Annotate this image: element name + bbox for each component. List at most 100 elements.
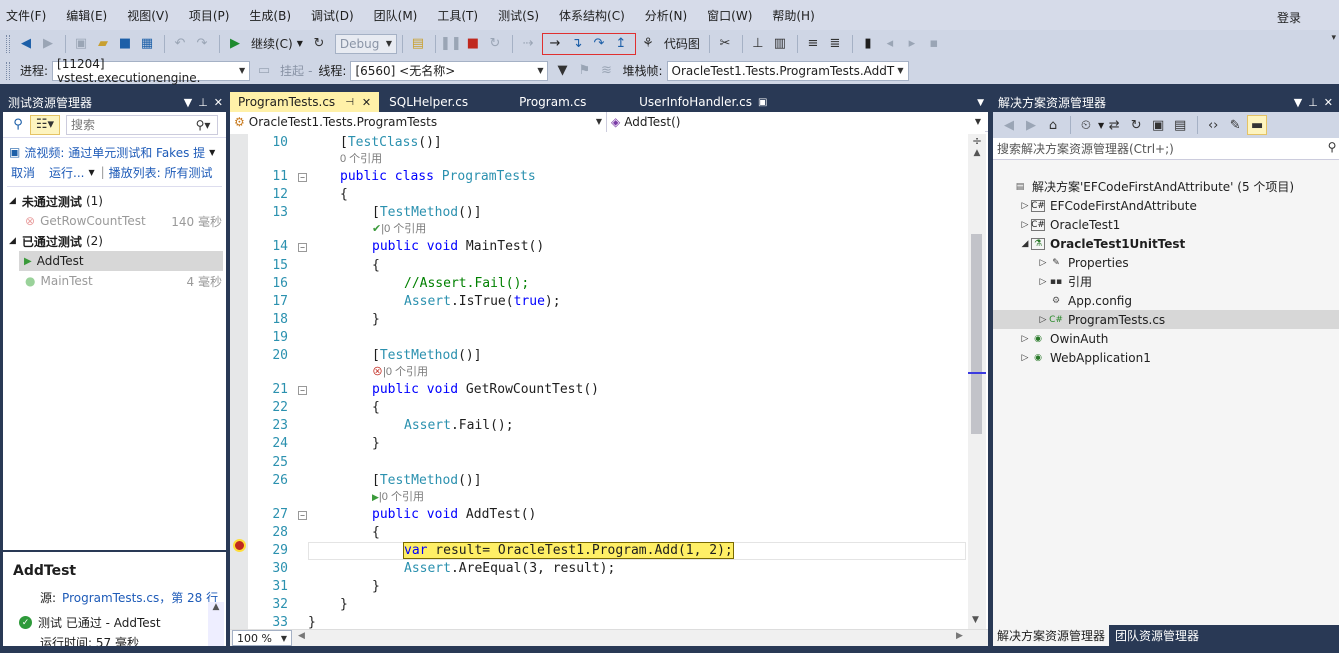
tab-programtests[interactable]: ProgramTests.cs ⊣ ✕: [230, 92, 380, 112]
code-line[interactable]: public void MainTest(): [372, 239, 544, 254]
login-link[interactable]: 登录: [1277, 9, 1301, 26]
comment-icon[interactable]: ≡: [803, 34, 823, 54]
code-map-icon[interactable]: ⚘: [638, 34, 658, 54]
code-line[interactable]: [TestMethod()]: [372, 348, 482, 363]
close-icon[interactable]: ✕: [214, 96, 223, 109]
tree-item[interactable]: ◢ ⚗ OracleTest1UnitTest: [993, 234, 1339, 253]
chevron-down-icon[interactable]: ▼: [297, 39, 303, 48]
info-bar[interactable]: ▣ 流视频: 通过单元测试和 Fakes 提 ▼: [3, 142, 226, 162]
format-icon[interactable]: ▥: [770, 34, 790, 54]
open-folder-icon[interactable]: ▰: [93, 34, 113, 54]
zoom-select[interactable]: 100 % ▼: [232, 630, 292, 646]
search-icon[interactable]: ⚲▾: [189, 116, 217, 134]
suspend-icon[interactable]: ▭: [254, 61, 274, 81]
tab-userinfohandler[interactable]: UserInfoHandler.cs ▣: [631, 92, 775, 112]
code-line[interactable]: }: [340, 597, 348, 612]
menu-item[interactable]: 工具(T): [437, 7, 478, 24]
code-line[interactable]: {: [372, 258, 380, 273]
suspend-button[interactable]: 挂起: [280, 62, 304, 79]
close-icon[interactable]: ✕: [362, 96, 371, 109]
back-icon[interactable]: ◀: [999, 115, 1019, 135]
code-area[interactable]: 10 [TestClass()] 0 个引用 11− public class Prog…: [230, 134, 968, 629]
chevron-down-icon[interactable]: ▼: [88, 168, 94, 177]
tree-item[interactable]: ▷ C# OracleTest1: [993, 215, 1339, 234]
clear-bookmarks-icon[interactable]: ▪: [924, 34, 944, 54]
align-icon[interactable]: ⊥: [748, 34, 768, 54]
back-icon[interactable]: ◀: [16, 34, 36, 54]
menu-item[interactable]: 文件(F): [6, 7, 46, 24]
collapse-icon[interactable]: ◢: [9, 196, 16, 206]
redo-icon[interactable]: ↷: [192, 34, 212, 54]
tree-item[interactable]: ⚙ App.config: [993, 291, 1339, 310]
source-link[interactable]: ProgramTests.cs，第 28 行: [62, 589, 218, 606]
pin-icon[interactable]: ⊥: [198, 96, 208, 109]
code-line[interactable]: Assert.Fail();: [404, 418, 514, 433]
playlist-link[interactable]: 播放列表: 所有测试: [109, 164, 213, 181]
code-line[interactable]: {: [372, 525, 380, 540]
scroll-left-icon[interactable]: ◀: [298, 631, 305, 641]
splitter[interactable]: [3, 550, 226, 552]
properties-icon[interactable]: ✎: [1225, 115, 1245, 135]
toolbar-grip[interactable]: [6, 34, 10, 53]
code-line[interactable]: //Assert.Fail();: [404, 276, 529, 291]
menu-item[interactable]: 项目(P): [189, 7, 230, 24]
tree-item[interactable]: ▷ ◉ OwinAuth: [993, 329, 1339, 348]
collapse-all-icon[interactable]: ▣: [1148, 115, 1168, 135]
toolbar-grip[interactable]: [6, 61, 10, 80]
configuration-select[interactable]: Debug ▼: [334, 33, 397, 54]
code-line[interactable]: Assert.AreEqual(3, result);: [404, 561, 615, 576]
forward-icon[interactable]: ▶: [38, 34, 58, 54]
test-search-input[interactable]: 搜索 ⚲▾: [66, 114, 218, 135]
expand-icon[interactable]: ▷: [1019, 201, 1031, 211]
tree-item[interactable]: ▷ C# EFCodeFirstAndAttribute: [993, 196, 1339, 215]
code-map-button[interactable]: 代码图: [664, 35, 700, 52]
codelens-references[interactable]: ✔|0 个引用: [372, 220, 426, 236]
menu-item[interactable]: 分析(N): [645, 7, 687, 24]
prev-bookmark-icon[interactable]: ◂: [880, 34, 900, 54]
tree-item[interactable]: ▤ 解决方案'EFCodeFirstAndAttribute' (5 个项目): [993, 177, 1339, 196]
stackframe-select[interactable]: OracleTest1.Tests.ProgramTests.AddT ▼: [666, 60, 909, 81]
code-line[interactable]: }: [372, 312, 380, 327]
pin-icon[interactable]: ⊣: [345, 97, 354, 108]
filter-icon[interactable]: ▼: [552, 61, 572, 81]
scroll-right-icon[interactable]: ▶: [956, 631, 963, 641]
code-line[interactable]: Assert.IsTrue(true);: [404, 294, 561, 309]
save-all-icon[interactable]: ▦: [137, 34, 157, 54]
show-next-statement-arrow-icon[interactable]: →: [545, 34, 565, 54]
tab-overflow-icon[interactable]: ▼: [977, 98, 988, 112]
code-line[interactable]: [TestMethod()]: [372, 205, 482, 220]
dropdown-icon[interactable]: ▼: [1294, 96, 1302, 109]
solution-search-input[interactable]: 搜索解决方案资源管理器(Ctrl+;) ⚲: [993, 138, 1339, 160]
collapse-icon[interactable]: ◢: [9, 236, 16, 246]
expand-icon[interactable]: ▷: [1019, 334, 1031, 344]
class-dropdown[interactable]: ⚙ OracleTest1.Tests.ProgramTests ▼: [230, 112, 607, 132]
member-dropdown[interactable]: ◈ AddTest() ▼: [607, 112, 985, 132]
codelens-references[interactable]: ⊗|0 个引用: [372, 363, 428, 379]
code-line[interactable]: var result= OracleTest1.Program.Add(1, 2…: [403, 541, 734, 559]
pending-changes-icon[interactable]: ⏲: [1076, 115, 1096, 135]
stop-icon[interactable]: ■: [463, 34, 483, 54]
menu-item[interactable]: 团队(M): [374, 7, 418, 24]
chevron-down-icon[interactable]: ▼: [209, 148, 215, 157]
tab-solution-explorer[interactable]: 解决方案资源管理器: [993, 625, 1110, 646]
fold-icon[interactable]: −: [298, 510, 307, 520]
pause-icon[interactable]: ❚❚: [440, 34, 462, 54]
fold-icon[interactable]: −: [298, 173, 307, 183]
failed-tests-group[interactable]: ◢ 未通过测试 (1): [3, 191, 226, 211]
run-link[interactable]: 运行...: [49, 164, 84, 181]
code-line[interactable]: public void GetRowCountTest(): [372, 382, 599, 397]
home-icon[interactable]: ⌂: [1043, 115, 1063, 135]
detail-scrollbar[interactable]: ▲: [208, 602, 224, 646]
test-item-maintest[interactable]: ● MainTest 4 毫秒: [3, 271, 226, 291]
pin-icon[interactable]: ⊥: [1308, 96, 1318, 109]
tab-team-explorer[interactable]: 团队资源管理器: [1109, 625, 1205, 646]
cancel-link[interactable]: 取消: [11, 164, 35, 181]
scroll-up-icon[interactable]: ▲: [968, 148, 986, 158]
undo-icon[interactable]: ↶: [170, 34, 190, 54]
vertical-scrollbar[interactable]: ÷ ▲ ▼: [968, 134, 986, 629]
tab-sqlhelper[interactable]: SQLHelper.cs: [381, 92, 509, 112]
code-line[interactable]: public class ProgramTests: [340, 169, 536, 184]
uncomment-icon[interactable]: ≣: [825, 34, 845, 54]
tree-item[interactable]: ▷ ✎ Properties: [993, 253, 1339, 272]
search-icon[interactable]: ⚲: [1325, 138, 1339, 156]
